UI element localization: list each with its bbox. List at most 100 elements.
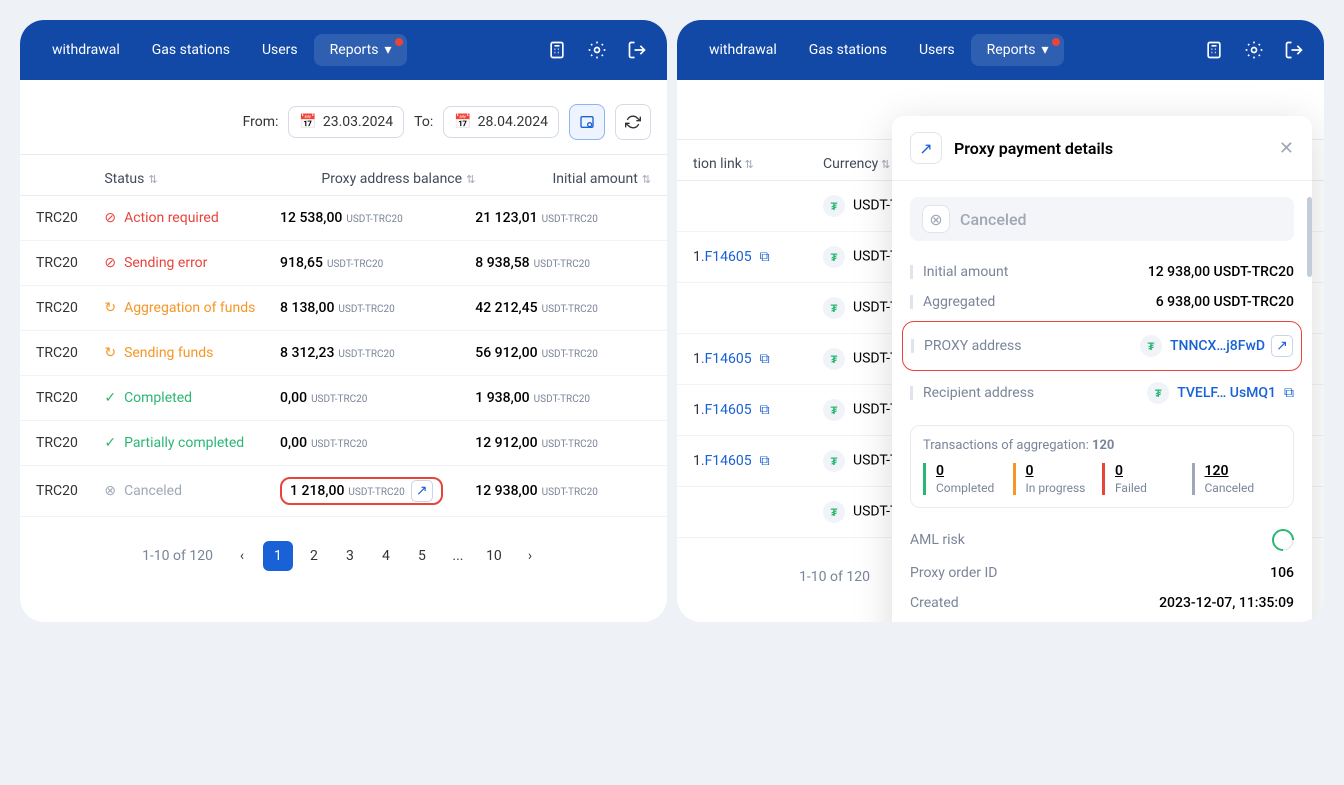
status-text: Canceled — [960, 210, 1027, 229]
proxy-payment-details-dialog: ↗ Proxy payment details ✕ ⊗ Canceled Ini… — [892, 116, 1312, 622]
tx-stat: 120Canceled — [1192, 463, 1282, 495]
export-button[interactable] — [569, 104, 605, 140]
currency-cell: ₮USDT-T — [823, 399, 898, 421]
tx-link[interactable]: .F14605 — [701, 453, 752, 469]
table-row[interactable]: TRC20 ↻Aggregation of funds 8 138,00USDT… — [20, 286, 667, 331]
table-row[interactable]: TRC20 ⊘Sending error 918,65USDT-TRC20 8 … — [20, 241, 667, 286]
usdt-icon: ₮ — [823, 348, 845, 370]
proxy-address-row: PROXY address ₮ TNNCX…j8FwD ↗ — [911, 328, 1293, 364]
copy-icon[interactable]: ⧉ — [1284, 385, 1294, 401]
logout-icon[interactable] — [1280, 36, 1308, 64]
balance-cell: 12 538,00USDT-TRC20 — [280, 210, 475, 226]
prev-page[interactable]: ‹ — [227, 541, 257, 571]
col-link[interactable]: tion link ⇅ — [693, 156, 823, 172]
next-page[interactable]: › — [515, 541, 545, 571]
check-icon: ✓ — [104, 435, 116, 451]
col-balance[interactable]: Proxy address balance⇅ — [280, 171, 475, 187]
copy-icon[interactable]: ⧉ — [760, 402, 770, 418]
page-4[interactable]: 4 — [371, 541, 401, 571]
initial-amount-row: Initial amount12 938,00 USDT-TRC20 — [910, 257, 1294, 287]
usdt-icon: ₮ — [823, 297, 845, 319]
nav-users[interactable]: Users — [246, 34, 314, 66]
usdt-icon: ₮ — [823, 450, 845, 472]
status-chip: ⊗ Canceled — [910, 197, 1294, 241]
scrollbar[interactable] — [1307, 197, 1312, 277]
date-to-value: 28.04.2024 — [478, 114, 548, 130]
tx-link[interactable]: .F14605 — [701, 402, 752, 418]
status-cell: ✓Completed — [104, 390, 280, 406]
chevron-down-icon: ▾ — [1041, 42, 1048, 58]
currency-cell: ₮USDT-T — [823, 195, 898, 217]
calculator-icon[interactable] — [543, 36, 571, 64]
page-10[interactable]: 10 — [479, 541, 509, 571]
balance-cell: 8 312,23USDT-TRC20 — [280, 345, 475, 361]
close-icon[interactable]: ✕ — [1279, 138, 1294, 159]
order-id-row: Proxy order ID106 — [910, 558, 1294, 588]
tx-stat: 0In progress — [1013, 463, 1103, 495]
copy-icon[interactable]: ⧉ — [760, 453, 770, 469]
left-panel: withdrawal Gas stations Users Reports ▾ … — [20, 20, 667, 622]
usdt-icon: ₮ — [1147, 382, 1169, 404]
nav-users[interactable]: Users — [903, 34, 971, 66]
modal-title: Proxy payment details — [954, 139, 1267, 158]
date-to-input[interactable]: 📅 28.04.2024 — [443, 106, 559, 138]
currency-cell: ₮USDT-T — [823, 246, 898, 268]
calendar-icon: 📅 — [454, 114, 471, 130]
col-initial[interactable]: Initial amount⇅ — [475, 171, 651, 187]
page-3[interactable]: 3 — [335, 541, 365, 571]
spin-icon: ↻ — [104, 345, 116, 361]
currency-cell: ₮USDT-T — [823, 501, 898, 523]
balance-cell: 0,00USDT-TRC20 — [280, 390, 475, 406]
gear-icon[interactable] — [1240, 36, 1268, 64]
initial-cell: 12 912,00USDT-TRC20 — [475, 435, 651, 451]
status-cell: ⊘Sending error — [104, 255, 280, 271]
logout-icon[interactable] — [623, 36, 651, 64]
gear-icon[interactable] — [583, 36, 611, 64]
balance-cell: 1 218,00USDT-TRC20↗ — [280, 480, 475, 502]
col-status[interactable]: Status⇅ — [104, 171, 280, 187]
status-cell: ⊘Action required — [104, 210, 280, 226]
recipient-address-link[interactable]: TVELF… UsMQ1 — [1177, 385, 1276, 401]
calendar-icon: 📅 — [299, 114, 316, 130]
initial-cell: 42 212,45USDT-TRC20 — [475, 300, 651, 316]
usdt-icon: ₮ — [823, 399, 845, 421]
currency-cell: ₮USDT-T — [823, 297, 898, 319]
table-row[interactable]: TRC20 ⊗Canceled 1 218,00USDT-TRC20↗ 12 9… — [20, 466, 667, 517]
status-cell: ✓Partially completed — [104, 435, 280, 451]
sort-icon: ⇅ — [642, 173, 651, 186]
nav-reports-label: Reports — [987, 42, 1036, 58]
pagination: 1-10 of 120 ‹ 12345...10 › — [20, 517, 667, 601]
page-...[interactable]: ... — [443, 541, 473, 571]
table-row[interactable]: TRC20 ✓Partially completed 0,00USDT-TRC2… — [20, 421, 667, 466]
copy-icon[interactable]: ⧉ — [760, 249, 770, 265]
right-panel: withdrawal Gas stations Users Reports ▾ … — [677, 20, 1324, 622]
nav-reports[interactable]: Reports ▾ — [314, 34, 408, 66]
page-1[interactable]: 1 — [263, 541, 293, 571]
tx-link[interactable]: .F14605 — [701, 249, 752, 265]
table-row[interactable]: TRC20 ⊘Action required 12 538,00USDT-TRC… — [20, 196, 667, 241]
nav-withdrawal[interactable]: withdrawal — [36, 34, 136, 66]
date-from-input[interactable]: 📅 23.03.2024 — [288, 106, 404, 138]
nav-gas-stations[interactable]: Gas stations — [136, 34, 246, 66]
currency-cell: ₮USDT-T — [823, 348, 898, 370]
refresh-button[interactable] — [615, 104, 651, 140]
canceled-row: Canceled2023-12-07, 11:35:09 — [910, 618, 1294, 622]
filter-row: From: 📅 23.03.2024 To: 📅 28.04.2024 — [20, 80, 667, 155]
copy-icon[interactable]: ⧉ — [760, 351, 770, 367]
calculator-icon[interactable] — [1200, 36, 1228, 64]
nav-reports[interactable]: Reports ▾ — [971, 34, 1065, 66]
page-5[interactable]: 5 — [407, 541, 437, 571]
table-row[interactable]: TRC20 ↻Sending funds 8 312,23USDT-TRC20 … — [20, 331, 667, 376]
proxy-address-link[interactable]: TNNCX…j8FwD — [1170, 338, 1265, 354]
tx-stat: 0Completed — [923, 463, 1013, 495]
external-link-icon[interactable]: ↗ — [1271, 335, 1293, 357]
currency-cell: ₮USDT-T — [823, 450, 898, 472]
nav-gas-stations[interactable]: Gas stations — [793, 34, 903, 66]
table-body: TRC20 ⊘Action required 12 538,00USDT-TRC… — [20, 196, 667, 517]
tx-link[interactable]: .F14605 — [701, 351, 752, 367]
spin-icon: ↻ — [104, 300, 116, 316]
table-row[interactable]: TRC20 ✓Completed 0,00USDT-TRC20 1 938,00… — [20, 376, 667, 421]
nav-withdrawal[interactable]: withdrawal — [693, 34, 793, 66]
col-currency[interactable]: Currency ⇅ — [823, 156, 890, 172]
page-2[interactable]: 2 — [299, 541, 329, 571]
